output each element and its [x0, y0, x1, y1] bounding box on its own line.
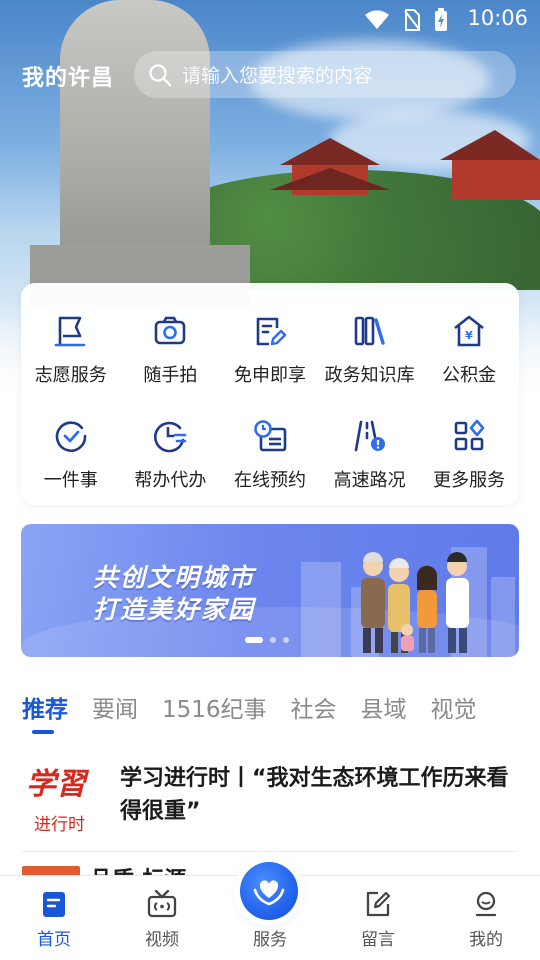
service-label: 更多服务: [433, 470, 506, 491]
service-highway-status[interactable]: 高速路况: [320, 418, 420, 492]
nav-label: 服务: [253, 930, 287, 950]
promo-banner[interactable]: 共创文明城市 打造美好家园: [21, 524, 519, 657]
banner-headline-2: 打造美好家园: [93, 595, 256, 624]
user-icon: [475, 891, 497, 917]
service-knowledge-base[interactable]: 政务知识库: [320, 313, 420, 387]
search-bar[interactable]: 请输入您要搜索的内容: [134, 51, 516, 98]
tab-headlines[interactable]: 要闻: [92, 690, 138, 730]
carousel-dot: [270, 637, 276, 643]
service-label: 随手拍: [143, 365, 198, 386]
service-label: 在线预约: [233, 470, 306, 491]
nav-label: 留言: [361, 930, 395, 950]
tab-1516-chronicle[interactable]: 1516纪事: [162, 690, 267, 730]
service-fab-button[interactable]: [240, 862, 298, 920]
tab-county[interactable]: 县域: [361, 690, 407, 730]
road-alert-icon: [352, 418, 388, 454]
no-sim-icon: [404, 9, 420, 31]
service-label: 帮办代办: [134, 470, 207, 491]
carousel-dot: [283, 637, 289, 643]
house-yuan-icon: ¥: [451, 313, 487, 349]
service-label: 志愿服务: [34, 365, 107, 386]
nav-label: 视频: [145, 930, 179, 950]
heart-hands-icon: [253, 880, 285, 906]
family-illustration: [361, 552, 469, 653]
edit-note-icon: [366, 891, 391, 917]
news-item[interactable]: 学習 进行时 学习进行时丨“我对生态环境工作历来看得很重”: [22, 752, 518, 852]
home-doc-icon: [43, 892, 65, 917]
service-volunteer[interactable]: 志愿服务: [21, 313, 121, 387]
service-label: 高速路况: [333, 470, 406, 491]
services-card: 志愿服务 随手拍 免申即享 政务知识库 ¥ 公积金 一件事 帮办代办 在线预约 …: [21, 283, 519, 505]
search-icon: [149, 63, 172, 86]
nav-home[interactable]: 首页: [0, 876, 108, 960]
service-more[interactable]: 更多服务: [419, 418, 519, 492]
tab-recommend[interactable]: 推荐: [22, 690, 68, 734]
svg-text:进行时: 进行时: [34, 815, 85, 834]
check-circle-icon: [53, 418, 89, 454]
service-snapshot[interactable]: 随手拍: [121, 313, 221, 387]
tv-icon: [147, 890, 177, 918]
service-label: 免申即享: [233, 365, 306, 386]
news-title: 学习进行时丨“我对生态环境工作历来看得很重”: [120, 766, 509, 824]
service-one-thing[interactable]: 一件事: [21, 418, 121, 492]
service-agency-help[interactable]: 帮办代办: [121, 418, 221, 492]
battery-charging-icon: [435, 8, 447, 31]
clock-time: 10:06: [467, 6, 528, 30]
service-label: 公积金: [442, 365, 497, 386]
service-label: 一件事: [43, 470, 98, 491]
services-row-1: 志愿服务 随手拍 免申即享 政务知识库 ¥ 公积金: [21, 313, 519, 387]
app-screen: 10:06 我的许昌 请输入您要搜索的内容 志愿服务 随手拍 免申即享 政务知识…: [0, 0, 540, 960]
city-title[interactable]: 我的许昌: [22, 60, 114, 92]
service-label: 政务知识库: [324, 365, 415, 386]
nav-mine[interactable]: 我的: [432, 876, 540, 960]
form-edit-icon: [252, 313, 288, 349]
study-progress-logo: 学習 进行时: [26, 767, 90, 834]
services-row-2: 一件事 帮办代办 在线预约 高速路况 更多服务: [21, 418, 519, 492]
news-tabs: 推荐 要闻 1516纪事 社会 县域 视觉: [22, 690, 540, 734]
grid-more-icon: [451, 418, 487, 454]
svg-text:¥: ¥: [465, 329, 473, 342]
flag-icon: [53, 313, 89, 349]
tab-visual[interactable]: 视觉: [431, 690, 477, 730]
clock-list-icon: [152, 418, 188, 454]
nav-message[interactable]: 留言: [324, 876, 432, 960]
tab-society[interactable]: 社会: [291, 690, 337, 730]
wifi-icon: [365, 10, 389, 29]
camera-icon: [152, 313, 188, 349]
search-placeholder: 请输入您要搜索的内容: [182, 65, 373, 87]
service-exempt-apply[interactable]: 免申即享: [220, 313, 320, 387]
banner-headline-1: 共创文明城市: [93, 563, 256, 592]
status-bar: 10:06: [0, 0, 540, 38]
calendar-clock-icon: [252, 418, 288, 454]
books-icon: [352, 313, 388, 349]
service-online-booking[interactable]: 在线预约: [220, 418, 320, 492]
carousel-dot-active: [245, 637, 263, 643]
service-housing-fund[interactable]: ¥ 公积金: [419, 313, 519, 387]
svg-text:学習: 学習: [26, 767, 90, 802]
nav-label: 我的: [469, 930, 503, 950]
carousel-indicator: [245, 637, 289, 643]
nav-video[interactable]: 视频: [108, 876, 216, 960]
nav-label: 首页: [37, 930, 71, 950]
